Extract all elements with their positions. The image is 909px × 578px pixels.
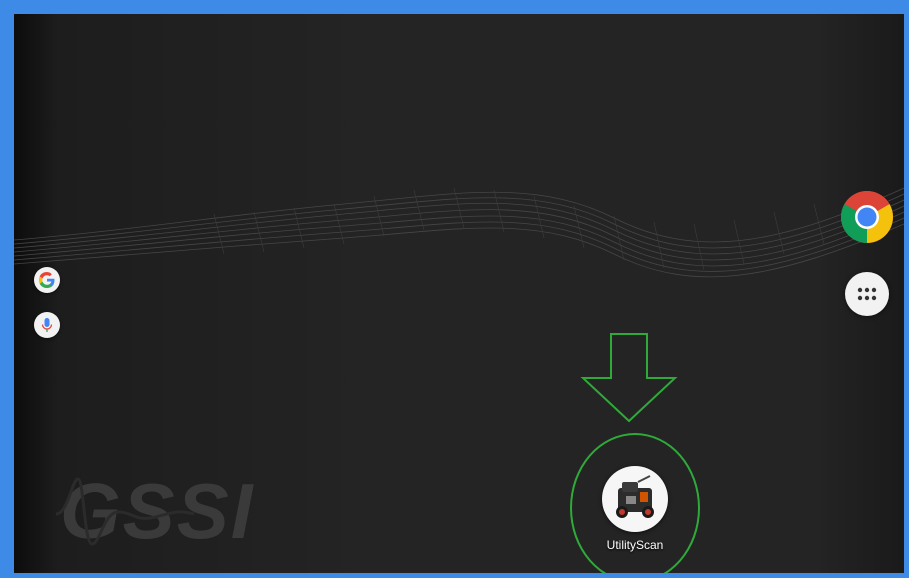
- utilityscan-label: UtilityScan: [606, 538, 664, 552]
- wallpaper-wave: [14, 187, 904, 278]
- utilityscan-app[interactable]: UtilityScan: [592, 466, 678, 566]
- home-screen: GSSI UtilityScan: [14, 14, 904, 573]
- chrome-icon: [841, 191, 893, 243]
- google-search-button[interactable]: [34, 267, 60, 293]
- annotation-arrow: [580, 333, 678, 423]
- google-g-icon: [38, 272, 55, 288]
- utilityscan-app-icon: [602, 466, 668, 532]
- gssi-logo: GSSI: [54, 464, 284, 555]
- screenshot-frame: GSSI UtilityScan: [0, 0, 909, 578]
- chrome-button[interactable]: [840, 190, 894, 244]
- utilityscan-device-icon: [616, 475, 654, 518]
- microphone-icon: [41, 318, 53, 332]
- apps-grid-icon: [857, 287, 877, 301]
- voice-search-button[interactable]: [34, 312, 60, 338]
- app-drawer-button[interactable]: [845, 272, 889, 316]
